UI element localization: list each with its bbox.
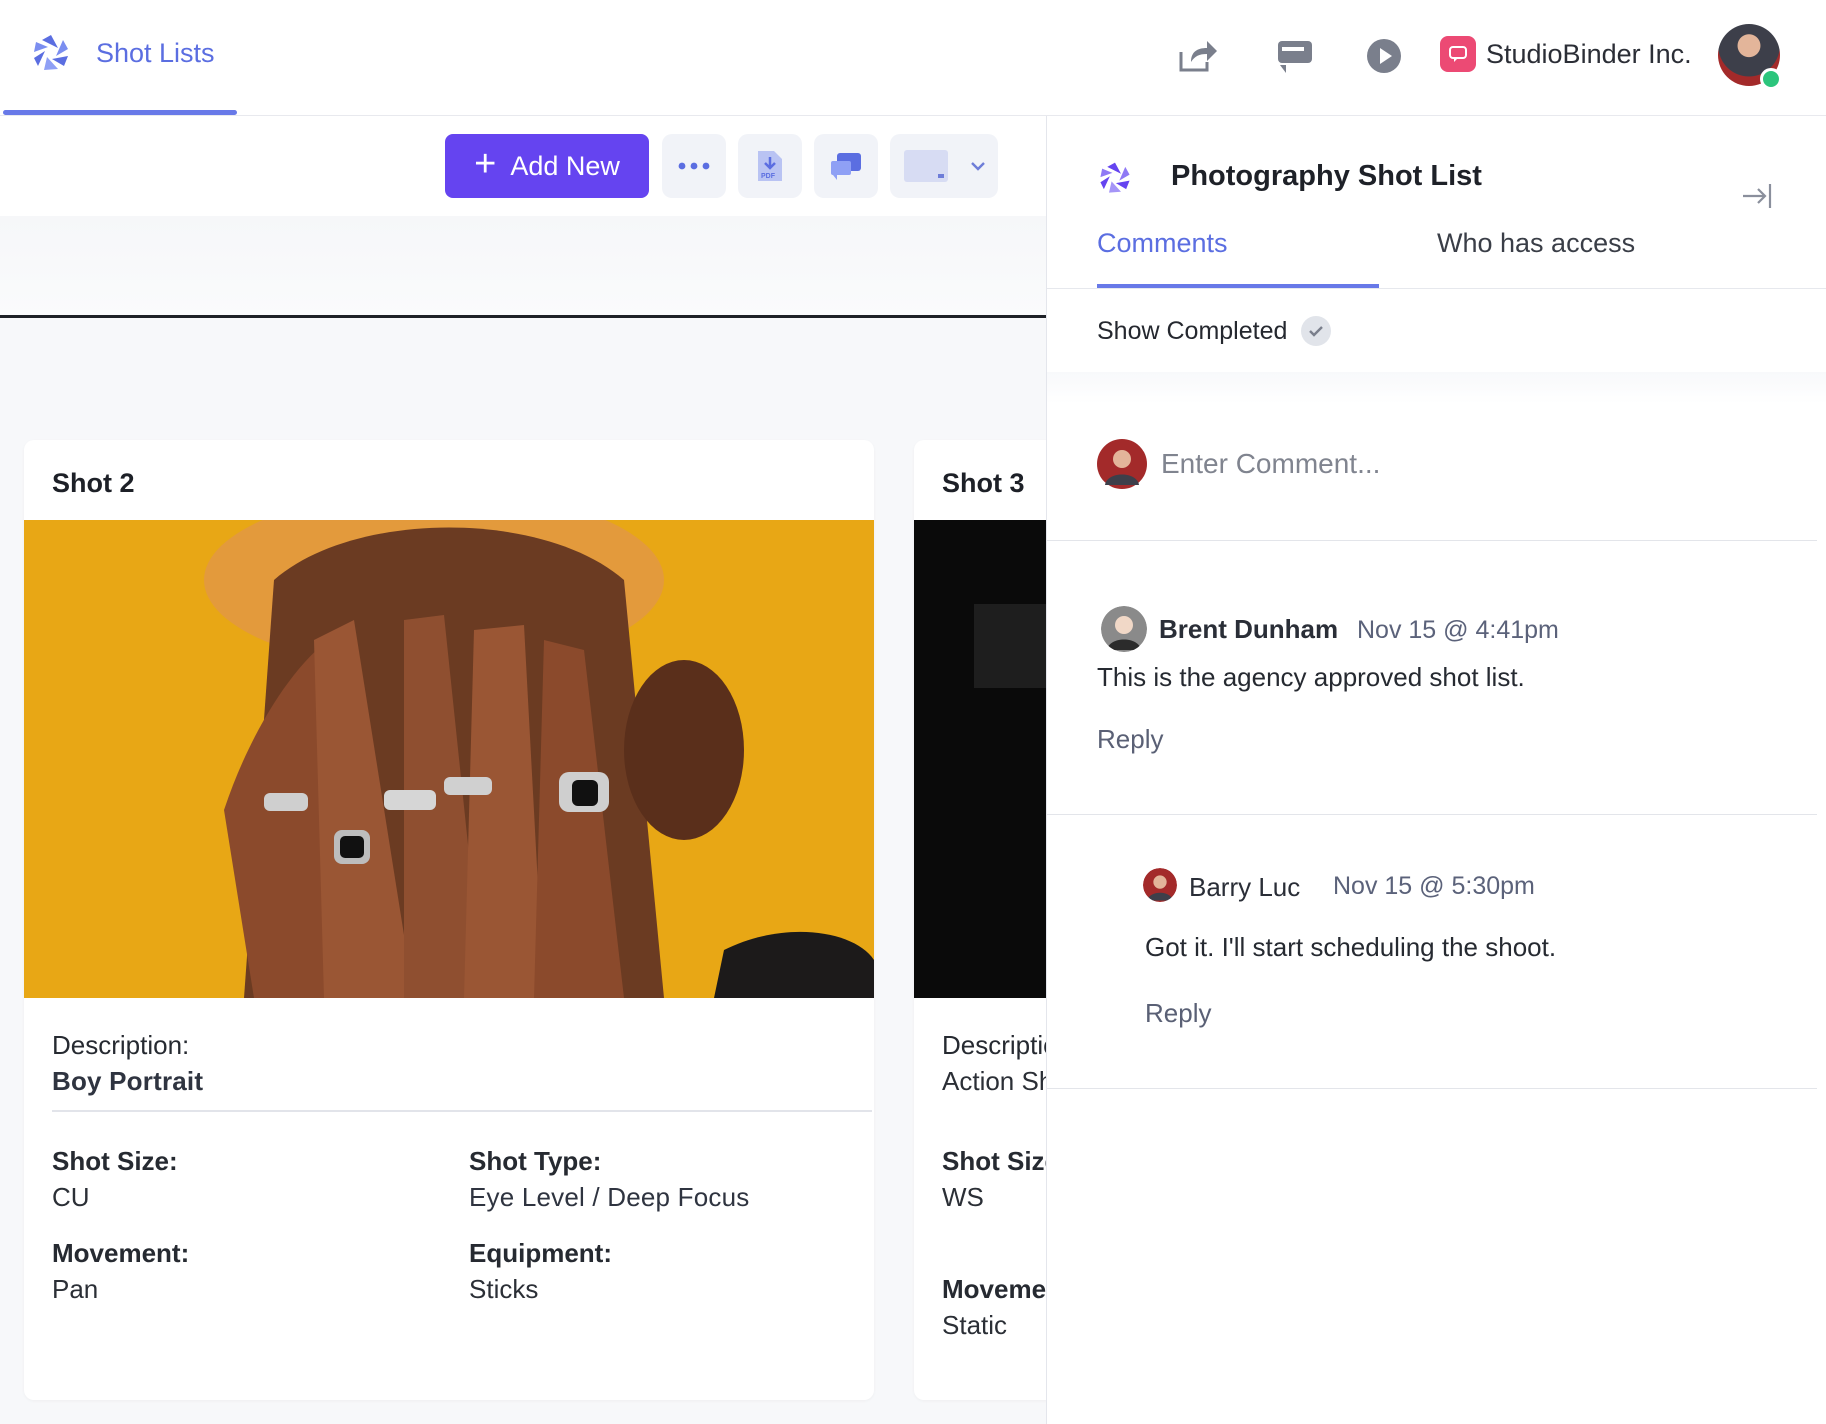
shot-title: Shot 3 — [942, 468, 1025, 498]
comment-separator — [1047, 814, 1817, 815]
comment-separator — [1047, 540, 1817, 541]
play-icon[interactable] — [1362, 34, 1406, 78]
plus-icon: + — [474, 143, 497, 185]
shot-board: Shot 2 Description: Boy Portrait Shot Si… — [0, 318, 1314, 1424]
comment-text: Got it. I'll start scheduling the shoot. — [1145, 932, 1557, 962]
section-title: Shot Lists — [96, 37, 215, 68]
tab-comments[interactable]: Comments — [1097, 228, 1228, 259]
chat-badge-icon — [1440, 36, 1476, 72]
present-icon[interactable] — [1272, 34, 1316, 78]
check-icon[interactable] — [1301, 316, 1332, 346]
shot-image[interactable] — [24, 520, 874, 998]
comment-time: Nov 15 @ 4:41pm — [1357, 616, 1559, 644]
add-new-label: Add New — [510, 150, 620, 181]
card-separator — [52, 1110, 872, 1112]
current-user-avatar — [1097, 439, 1147, 489]
equipment-label: Equipment: — [469, 1238, 612, 1268]
show-completed-label: Show Completed — [1097, 316, 1288, 345]
chevron-down-icon — [971, 162, 985, 171]
comments-panel: Photography Shot List Comments Who has a… — [1046, 116, 1826, 1424]
reply-button[interactable]: Reply — [1145, 998, 1211, 1029]
share-icon[interactable] — [1176, 34, 1220, 78]
comment-author: Brent Dunham — [1159, 614, 1339, 644]
panel-header — [1097, 160, 1133, 196]
slides-icon — [831, 153, 861, 180]
ellipsis-icon — [678, 162, 710, 170]
comment-author: Barry Luc — [1189, 872, 1301, 902]
online-status-dot — [1760, 68, 1782, 90]
collapse-panel-icon[interactable] — [1739, 178, 1775, 214]
panel-title: Photography Shot List — [1171, 160, 1482, 192]
comment-author-avatar — [1101, 606, 1147, 652]
description-label: Description: — [52, 1030, 190, 1060]
active-section-underline — [3, 110, 237, 115]
add-new-button[interactable]: + Add New — [445, 134, 649, 198]
show-completed-toggle[interactable]: Show Completed — [1097, 316, 1332, 346]
comment-text: This is the agency approved shot list. — [1097, 662, 1525, 692]
description-value: Boy Portrait — [52, 1066, 204, 1096]
company-switcher[interactable]: StudioBinder Inc. — [1440, 36, 1692, 72]
pdf-download-icon: PDF — [758, 151, 782, 181]
top-bar: Shot Lists StudioBinder Inc. — [0, 0, 1826, 116]
new-comment-row — [1097, 434, 1797, 494]
shot-type-value: Eye Level / Deep Focus — [469, 1182, 750, 1212]
aperture-logo-icon — [32, 34, 70, 72]
shot-size-value: CU — [52, 1182, 90, 1212]
equipment-value: Sticks — [469, 1274, 539, 1304]
aperture-logo-icon — [1100, 162, 1130, 193]
shot-size-value: WS — [942, 1182, 984, 1212]
movement-label: Movement: — [52, 1238, 190, 1268]
comment-author-avatar — [1143, 868, 1177, 902]
tab-border — [1047, 288, 1826, 289]
filter-band — [0, 216, 1046, 316]
movement-value: Pan — [52, 1274, 99, 1304]
shot-title: Shot 2 — [52, 468, 135, 498]
shot-type-label: Shot Type: — [469, 1146, 602, 1176]
panel-shade — [1047, 372, 1826, 404]
present-mode-button[interactable] — [814, 134, 878, 198]
shot-size-label: Shot Size: — [52, 1146, 178, 1176]
more-options-button[interactable] — [662, 134, 726, 198]
shotlist-toolbar: + Add New PDF — [0, 116, 1046, 216]
comment-separator — [1047, 1088, 1817, 1089]
reply-button[interactable]: Reply — [1097, 724, 1163, 755]
svg-text:PDF: PDF — [761, 173, 776, 180]
tab-who-has-access[interactable]: Who has access — [1437, 228, 1635, 259]
brand[interactable]: Shot Lists — [30, 32, 215, 74]
company-name: StudioBinder Inc. — [1486, 38, 1692, 69]
shot-card[interactable]: Shot 2 Description: Boy Portrait Shot Si… — [24, 440, 874, 1400]
export-pdf-button[interactable]: PDF — [738, 134, 802, 198]
movement-value: Static — [942, 1310, 1008, 1340]
comment-time: Nov 15 @ 5:30pm — [1333, 872, 1535, 900]
card-view-icon — [904, 150, 948, 182]
view-mode-dropdown[interactable] — [890, 134, 998, 198]
comment-input[interactable] — [1161, 448, 1761, 480]
